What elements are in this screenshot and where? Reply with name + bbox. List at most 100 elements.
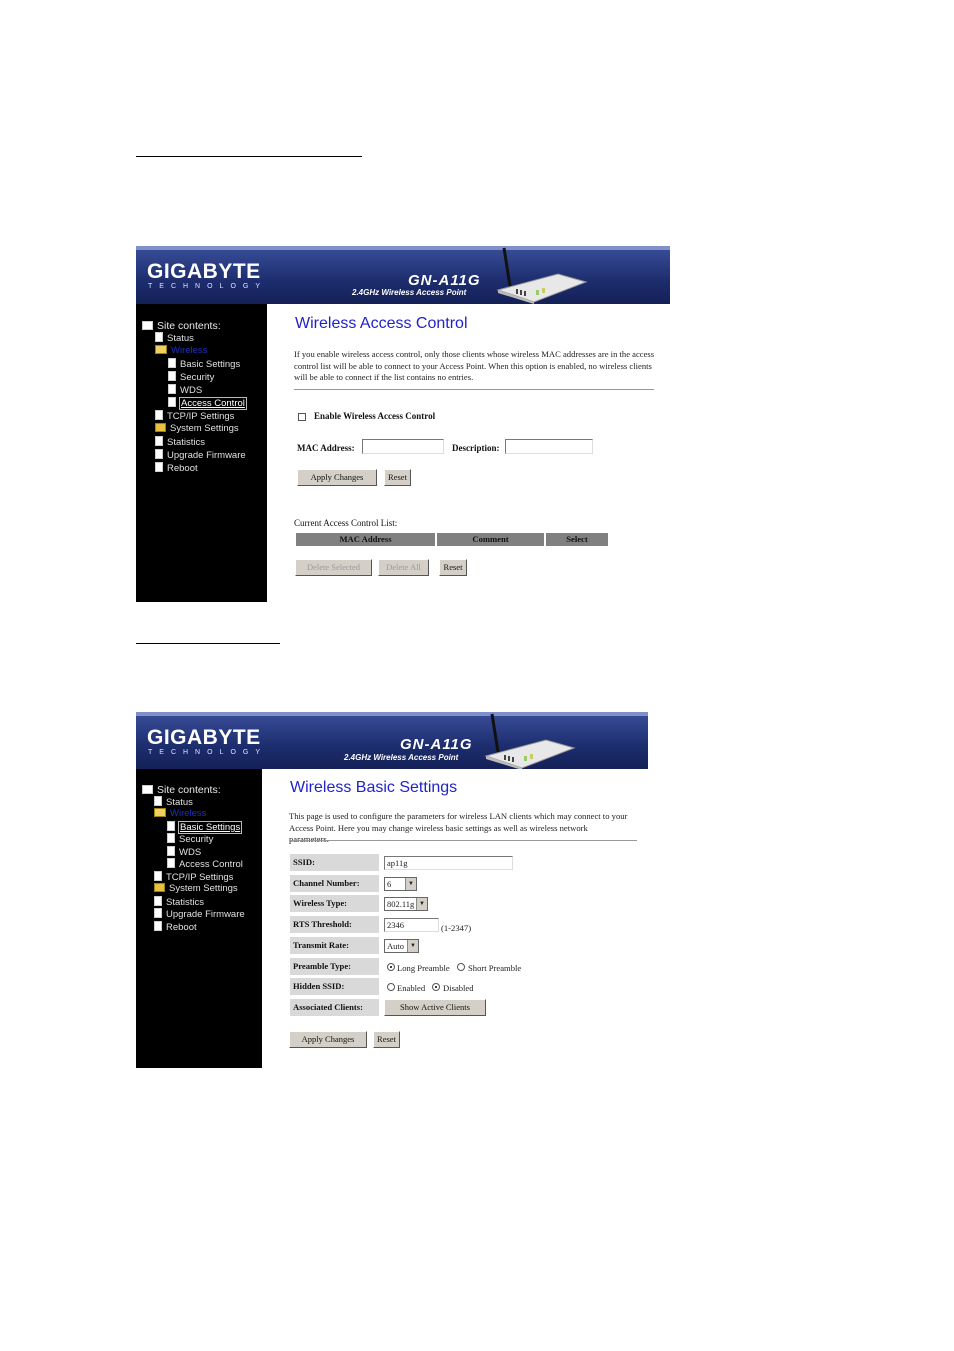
sidebar-item-status[interactable]: Status xyxy=(154,796,193,808)
wireless-type-value: 802.11g xyxy=(387,899,415,909)
section-rule-middle xyxy=(136,643,280,644)
mac-address-input[interactable] xyxy=(362,439,444,454)
page-icon xyxy=(168,397,176,407)
wireless-type-label: Wireless Type: xyxy=(290,895,379,912)
mac-address-label: MAC Address: xyxy=(297,443,355,453)
rts-threshold-input[interactable]: 2346 xyxy=(384,918,439,932)
sidebar-item-status[interactable]: Status xyxy=(155,332,194,344)
page-icon xyxy=(167,821,175,831)
description-input[interactable] xyxy=(505,439,593,454)
banner: GIGABYTE TECHNOLOGY GN-A11G 2.4GHz Wirel… xyxy=(136,246,670,304)
sidebar-item-wireless[interactable]: Wireless xyxy=(154,808,206,819)
divider xyxy=(289,840,637,841)
sidebar-item-security[interactable]: Security xyxy=(167,833,213,845)
sidebar-item-basic-settings[interactable]: Basic Settings xyxy=(168,358,240,370)
transmit-rate-value: Auto xyxy=(387,941,404,951)
short-preamble-label: Short Preamble xyxy=(468,963,522,973)
sidebar-title: Site contents: xyxy=(142,784,221,796)
sidebar-item-upgrade-firmware[interactable]: Upgrade Firmware xyxy=(154,908,245,920)
sidebar-item-system-settings[interactable]: System Settings xyxy=(154,883,238,894)
enable-access-control-label: Enable Wireless Access Control xyxy=(314,411,436,421)
sidebar-item-wireless[interactable]: Wireless xyxy=(155,345,207,356)
hidden-ssid-disabled-label: Disabled xyxy=(443,983,474,993)
sidebar-item-label: Reboot xyxy=(166,922,197,933)
sidebar: Site contents: Status Wireless Basic Set… xyxy=(136,769,262,1068)
sidebar-item-access-control[interactable]: Access Control xyxy=(167,858,243,870)
folder-open-icon xyxy=(154,808,166,817)
model-name: GN-A11G xyxy=(408,272,481,289)
sidebar-item-label: TCP/IP Settings xyxy=(166,872,234,883)
page-icon xyxy=(155,436,163,446)
sidebar-item-wds[interactable]: WDS xyxy=(167,846,201,858)
sidebar-title-label: Site contents: xyxy=(157,320,221,332)
wireless-type-select[interactable]: 802.11g ▼ xyxy=(384,897,428,911)
model-subtitle: 2.4GHz Wireless Access Point xyxy=(344,753,459,762)
sidebar-item-label: Basic Settings xyxy=(180,359,241,370)
sidebar-item-label: Reboot xyxy=(167,463,198,474)
apply-changes-button[interactable]: Apply Changes xyxy=(297,469,377,486)
hidden-ssid-disabled-radio[interactable] xyxy=(432,983,440,991)
sidebar-item-label: Access Control xyxy=(179,859,243,870)
sidebar-item-statistics[interactable]: Statistics xyxy=(155,436,205,448)
sidebar-item-label: TCP/IP Settings xyxy=(167,411,235,422)
reset-button[interactable]: Reset xyxy=(373,1031,400,1048)
sidebar-item-label: Statistics xyxy=(167,437,206,448)
delete-all-button[interactable]: Delete All xyxy=(378,559,429,576)
sidebar-item-label: System Settings xyxy=(169,883,238,894)
page-icon xyxy=(155,462,163,472)
page-icon xyxy=(154,908,162,918)
sidebar-title: Site contents: xyxy=(142,320,221,332)
preamble-type-label: Preamble Type: xyxy=(290,958,379,975)
sidebar-item-access-control[interactable]: Access Control xyxy=(168,397,247,410)
sidebar-item-tcpip-settings[interactable]: TCP/IP Settings xyxy=(154,871,233,883)
show-active-clients-button[interactable]: Show Active Clients xyxy=(384,999,486,1016)
channel-number-label: Channel Number: xyxy=(290,875,379,892)
sidebar-item-basic-settings[interactable]: Basic Settings xyxy=(167,821,243,834)
page-icon xyxy=(167,846,175,856)
channel-number-select[interactable]: 6 ▼ xyxy=(384,877,417,891)
page-icon xyxy=(154,921,162,931)
divider xyxy=(294,389,654,390)
sidebar-title-label: Site contents: xyxy=(157,784,221,796)
sidebar-item-tcpip-settings[interactable]: TCP/IP Settings xyxy=(155,410,234,422)
sidebar-item-reboot[interactable]: Reboot xyxy=(154,921,197,933)
ssid-input[interactable]: ap11g xyxy=(384,856,513,870)
associated-clients-label: Associated Clients: xyxy=(290,999,379,1016)
sidebar-item-system-settings[interactable]: System Settings xyxy=(155,423,239,434)
sidebar-item-label: WDS xyxy=(179,847,202,858)
long-preamble-radio[interactable] xyxy=(387,963,395,971)
banner: GIGABYTE TECHNOLOGY GN-A11G 2.4GHz Wirel… xyxy=(136,712,648,769)
gigabyte-logo: GIGABYTE xyxy=(147,726,261,749)
reset-list-button[interactable]: Reset xyxy=(439,559,467,576)
hidden-ssid-enabled-radio[interactable] xyxy=(387,983,395,991)
sidebar-item-label: Upgrade Firmware xyxy=(167,450,246,461)
channel-number-value: 6 xyxy=(387,879,392,889)
sidebar-item-upgrade-firmware[interactable]: Upgrade Firmware xyxy=(155,449,246,461)
sidebar-item-label: Statistics xyxy=(166,897,205,908)
logo-subtitle: TECHNOLOGY xyxy=(148,283,268,290)
sidebar-item-statistics[interactable]: Statistics xyxy=(154,896,204,908)
apply-changes-button[interactable]: Apply Changes xyxy=(289,1031,367,1048)
chevron-down-icon: ▼ xyxy=(407,940,418,952)
model-subtitle: 2.4GHz Wireless Access Point xyxy=(352,288,467,297)
ssid-label: SSID: xyxy=(290,854,379,871)
sidebar-item-label: System Settings xyxy=(170,423,239,434)
gigabyte-logo: GIGABYTE xyxy=(147,260,261,283)
hidden-ssid-label: Hidden SSID: xyxy=(290,978,379,995)
sidebar-item-reboot[interactable]: Reboot xyxy=(155,462,198,474)
short-preamble-radio[interactable] xyxy=(457,963,465,971)
page-icon xyxy=(168,371,176,381)
sidebar-item-wds[interactable]: WDS xyxy=(168,384,202,396)
page-icon xyxy=(155,449,163,459)
sidebar-item-label: Status xyxy=(167,333,194,344)
enable-access-control-checkbox[interactable] xyxy=(298,413,306,421)
rts-range-hint: (1-2347) xyxy=(441,923,472,933)
reset-button[interactable]: Reset xyxy=(384,469,411,486)
sidebar-item-security[interactable]: Security xyxy=(168,371,214,383)
transmit-rate-select[interactable]: Auto ▼ xyxy=(384,939,419,953)
hidden-ssid-enabled-label: Enabled xyxy=(397,983,426,993)
model-name: GN-A11G xyxy=(400,736,473,753)
delete-selected-button[interactable]: Delete Selected xyxy=(295,559,372,576)
page-icon xyxy=(155,332,163,342)
column-comment: Comment xyxy=(437,533,544,546)
